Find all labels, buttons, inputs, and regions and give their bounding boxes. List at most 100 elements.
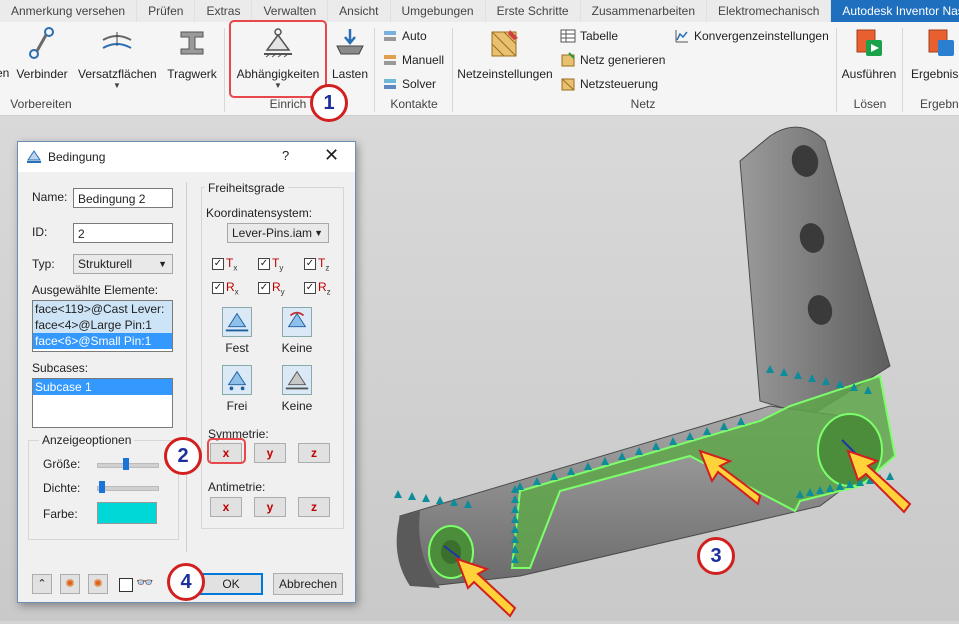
lasten-button[interactable]: Lasten [328, 26, 372, 81]
highlight-symmetry-x [207, 438, 246, 464]
elements-listbox[interactable]: face<119>@Cast Lever: face<4>@Large Pin:… [32, 300, 173, 352]
coord-label: Koordinatensystem: [206, 206, 313, 220]
render-option-button-1[interactable]: ✺ [60, 574, 80, 594]
dialog-titlebar[interactable]: Bedingung ? ✕ [18, 142, 355, 172]
subcases-label: Subcases: [32, 361, 89, 375]
tab-erste-schritte[interactable]: Erste Schritte [486, 0, 581, 22]
group-loesen: Lösen [853, 97, 887, 111]
ergebnisse-button[interactable]: Ergebnisse [906, 26, 959, 81]
symmetry-y-button[interactable]: y [254, 443, 286, 463]
group-vorbereiten: Vorbereiten [10, 97, 72, 111]
versatzflaechen-button[interactable]: Versatzflächen ▼ [78, 26, 157, 90]
run-icon [856, 29, 882, 56]
list-item[interactable]: face<4>@Large Pin:1 [33, 317, 172, 333]
callout-1: 1 [310, 84, 348, 122]
verbinder-button[interactable]: Verbinder [16, 26, 68, 81]
antimetry-y-button[interactable]: y [254, 497, 286, 517]
netzeinstellungen-label: Netzeinstellungen [457, 67, 553, 81]
id-field[interactable]: 2 [73, 223, 173, 243]
tabelle-button[interactable]: Tabelle [560, 28, 618, 44]
name-field[interactable]: Bedingung 2 [73, 188, 173, 208]
antimetry-x-button[interactable]: x [210, 497, 242, 517]
tz-checkbox[interactable]: ✓ Tz [304, 256, 329, 272]
tab-anmerkung[interactable]: Anmerkung versehen [0, 0, 138, 22]
constraint-marker [436, 496, 444, 504]
none-constraint-icon[interactable] [282, 307, 312, 337]
elements-label: Ausgewählte Elemente: [32, 283, 159, 297]
manuell-button[interactable]: Manuell [382, 52, 444, 68]
collapse-button[interactable]: ⌃ [32, 574, 52, 594]
close-button[interactable]: ✕ [324, 145, 339, 166]
offset-surfaces-icon [102, 32, 132, 49]
rz-symbol: R [318, 280, 327, 294]
tab-pruefen[interactable]: Prüfen [137, 0, 196, 22]
tab-ansicht[interactable]: Ansicht [328, 0, 391, 22]
dof-title: Freiheitsgrade [205, 181, 288, 195]
density-slider-thumb[interactable] [99, 481, 105, 493]
rx-checkbox[interactable]: ✓ Rx [212, 280, 239, 296]
fixed-constraint-icon[interactable] [222, 307, 252, 337]
free-constraint-icon[interactable] [222, 365, 252, 395]
ausfuehren-button[interactable]: Ausführen [838, 26, 900, 81]
tab-umgebungen[interactable]: Umgebungen [391, 0, 486, 22]
symmetry-z-button[interactable]: z [298, 443, 330, 463]
group-ergebn: Ergebn [920, 97, 959, 111]
cancel-button[interactable]: Abbrechen [273, 573, 343, 595]
ribbon-panel: en Verbinder Versatzflächen ▼ Tragwerk [0, 22, 959, 116]
tab-elektromechanisch[interactable]: Elektromechanisch [707, 0, 832, 22]
render-option-button-2[interactable]: ✺ [88, 574, 108, 594]
lasten-label: Lasten [331, 67, 369, 81]
versatzflaechen-label: Versatzflächen [78, 67, 157, 81]
help-button[interactable]: ? [282, 148, 289, 163]
separator [374, 28, 375, 112]
tx-checkbox[interactable]: ✓ Tx [212, 256, 237, 272]
coord-value: Lever-Pins.iam [232, 226, 313, 240]
density-label: Dichte: [43, 481, 81, 495]
ergebnisse-label: Ergebnisse [910, 67, 959, 81]
density-slider[interactable] [97, 486, 159, 491]
fest-label: Fest [225, 341, 249, 355]
netzsteuerung-button[interactable]: Netzsteuerung [560, 76, 658, 92]
tab-verwalten[interactable]: Verwalten [252, 0, 329, 22]
tab-zusammenarbeiten[interactable]: Zusammenarbeiten [581, 0, 707, 22]
callout-3: 3 [697, 537, 735, 575]
constraint-marker [408, 492, 416, 500]
list-item[interactable]: Subcase 1 [33, 379, 172, 395]
generate-mesh-icon [561, 52, 575, 67]
chevron-down-icon: ▼ [314, 228, 323, 238]
id-label: ID: [32, 225, 48, 239]
tabelle-label: Tabelle [580, 29, 619, 43]
solver-contact-icon [384, 79, 396, 89]
tab-extras[interactable]: Extras [195, 0, 253, 22]
auto-button[interactable]: Auto [382, 28, 427, 44]
rx-symbol: R [226, 280, 235, 294]
list-item[interactable]: face<6>@Small Pin:1 [33, 333, 172, 349]
rz-sub: z [326, 287, 331, 297]
preview-checkbox[interactable] [119, 578, 133, 592]
coord-select[interactable]: Lever-Pins.iam ▼ [227, 223, 329, 243]
netzeinstellungen-button[interactable]: Netzeinstellungen [456, 26, 554, 81]
ry-checkbox[interactable]: ✓ Ry [258, 280, 285, 296]
constraint-marker [422, 494, 430, 502]
partial-button[interactable]: en [0, 62, 9, 80]
none-constraint-icon-2[interactable] [282, 365, 312, 395]
antimetry-z-button[interactable]: z [298, 497, 330, 517]
list-item[interactable]: face<119>@Cast Lever: [33, 301, 172, 317]
rz-checkbox[interactable]: ✓ Rz [304, 280, 331, 296]
verbinder-label: Verbinder [16, 67, 68, 81]
tab-nastran[interactable]: Autodesk Inventor Nastran [831, 0, 959, 22]
netz-generieren-button[interactable]: Netz generieren [560, 52, 665, 68]
color-swatch[interactable] [97, 502, 157, 524]
subcases-listbox[interactable]: Subcase 1 [32, 378, 173, 428]
ausfuehren-label: Ausführen [841, 67, 897, 81]
typ-select[interactable]: Strukturell ▼ [73, 254, 173, 274]
chevron-down-icon: ▼ [113, 81, 121, 90]
ok-button[interactable]: OK [199, 573, 263, 595]
tragwerk-button[interactable]: Tragwerk [166, 26, 218, 81]
solver-button[interactable]: Solver [382, 76, 436, 92]
ty-checkbox[interactable]: ✓ Ty [258, 256, 283, 272]
konvergenz-button[interactable]: Konvergenzeinstellungen [674, 28, 829, 44]
size-slider-thumb[interactable] [123, 458, 129, 470]
netz-generieren-label: Netz generieren [580, 53, 666, 67]
table-icon [560, 29, 576, 43]
